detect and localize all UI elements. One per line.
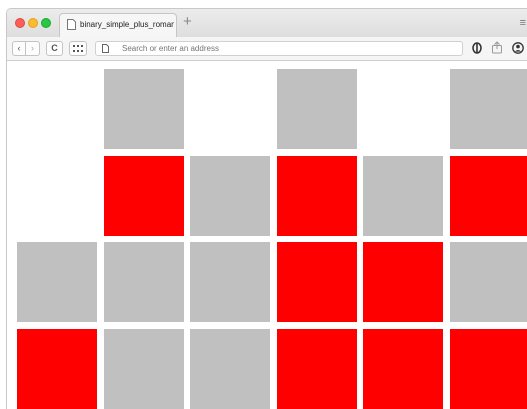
close-window-button[interactable] [15,18,25,28]
page-content [7,61,527,409]
grid-square-off [363,156,443,236]
address-bar[interactable] [95,41,463,56]
tab-active[interactable]: binary_simple_plus_roman.html [59,13,177,37]
menu-icon[interactable]: ≡ [520,17,526,29]
top-sites-button[interactable] [69,41,87,56]
browser-window: binary_simple_plus_roman.html + ≡ ‹ › C [6,8,527,409]
share-icon [492,41,502,54]
grid-square-on [450,329,527,409]
address-input[interactable] [122,42,452,55]
navigation-toolbar: ‹ › C [7,37,527,61]
grid-square-off [450,242,527,322]
grid-square-off [104,69,184,149]
minimize-window-button[interactable] [28,18,38,28]
page-info-icon [102,44,109,53]
back-button[interactable]: ‹ [12,41,26,56]
grid-square-on [104,156,184,236]
document-icon [67,19,76,30]
grid-square-off [190,329,270,409]
grid-square-off [190,242,270,322]
grid-square-on [363,242,443,322]
grid-square-on [277,242,357,322]
grid-icon [73,45,83,52]
grid-square-on [450,156,527,236]
grid-square-off [17,242,97,322]
tracking-protection-icon[interactable] [469,40,485,56]
grid-square-on [363,329,443,409]
grid-square-on [277,329,357,409]
forward-button[interactable]: › [26,41,40,56]
reload-button[interactable]: C [46,41,63,56]
account-button[interactable] [510,40,526,56]
share-button[interactable] [489,40,505,56]
user-icon [512,42,524,54]
grid-square-off [190,156,270,236]
grid-square-off [450,69,527,149]
new-tab-button[interactable]: + [183,12,192,32]
grid-square-off [104,329,184,409]
grid-square-on [277,156,357,236]
title-bar: binary_simple_plus_roman.html + ≡ [7,9,527,37]
grid-square-off [277,69,357,149]
shield-icon [472,42,482,54]
tab-title: binary_simple_plus_roman.html [80,20,174,29]
grid-square-off [104,242,184,322]
zoom-window-button[interactable] [41,18,51,28]
grid-square-on [17,329,97,409]
